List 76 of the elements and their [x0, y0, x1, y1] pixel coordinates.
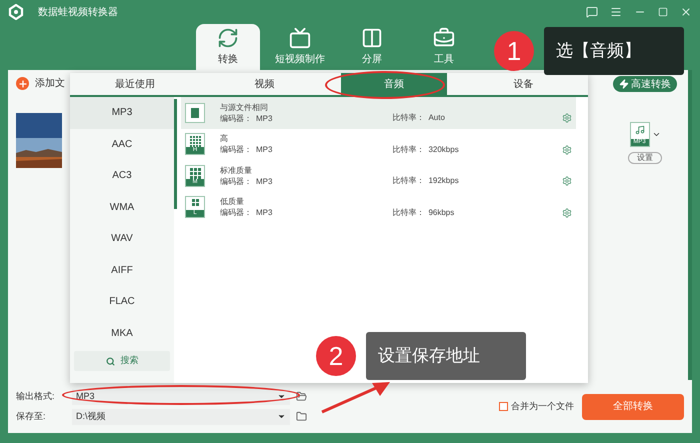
- field-value: MP3: [76, 390, 95, 403]
- arrow-icon: [320, 380, 392, 414]
- bitrate-label: 比特率：: [392, 175, 424, 188]
- nav-tab[interactable]: 工具: [412, 24, 476, 70]
- step-number: 1: [494, 31, 534, 71]
- encoder-label: 编码器：: [220, 112, 252, 124]
- caret-icon: [277, 412, 286, 421]
- caret-icon: [277, 392, 286, 401]
- bitrate-label: 比特率：: [392, 112, 424, 124]
- folder-icon[interactable]: [296, 391, 307, 402]
- settings-button[interactable]: 设置: [628, 152, 662, 164]
- field-value: D:\视频: [76, 410, 106, 423]
- preset-row[interactable]: 与源文件相同 编码器： MP3 比特率： Auto: [181, 97, 576, 128]
- checkbox-label: 合并为一个文件: [511, 400, 574, 413]
- preset-name: 低质量: [220, 196, 245, 208]
- format-list-item[interactable]: AAC: [70, 128, 174, 160]
- nav-tab[interactable]: 分屏: [340, 24, 404, 70]
- merge-checkbox[interactable]: [499, 402, 508, 411]
- format-list-item[interactable]: WAV: [70, 223, 174, 254]
- preset-name: 标准质量: [220, 164, 253, 176]
- settings-icon[interactable]: [562, 208, 572, 218]
- nav-tab[interactable]: 转换: [196, 24, 260, 70]
- preset-name: 高: [220, 133, 229, 144]
- format-tab[interactable]: 视频: [212, 73, 317, 95]
- callout-label: 设置保存地址: [366, 332, 526, 380]
- bitrate-label: 比特率：: [392, 144, 424, 156]
- settings-icon[interactable]: [562, 176, 572, 186]
- search-button[interactable]: 搜索: [74, 351, 170, 371]
- copy-icon: [185, 102, 205, 123]
- encoder-value: MP3: [256, 144, 272, 156]
- window-title: 数据蛙视频转换器: [38, 6, 118, 20]
- bitrate-label: 比特率：: [392, 206, 424, 219]
- save-path-dropdown[interactable]: D:\视频: [72, 408, 290, 424]
- search-icon: [106, 356, 114, 366]
- add-icon: [16, 77, 29, 90]
- nav-tab[interactable]: 短视频制作: [268, 24, 332, 70]
- bitrate-value: 192kbps: [428, 175, 459, 188]
- bitrate-value: 96kbps: [428, 206, 454, 219]
- toolbox-icon: [433, 27, 455, 49]
- encoder-label: 编码器：: [220, 144, 252, 156]
- close-icon[interactable]: [680, 6, 692, 18]
- folder-icon[interactable]: [296, 411, 307, 422]
- convert-icon: [217, 27, 239, 49]
- format-list-item[interactable]: MP3: [70, 97, 174, 128]
- output-format-dropdown[interactable]: MP3: [72, 388, 290, 404]
- field-label: 保存至:: [16, 410, 47, 423]
- encoder-label: 编码器：: [220, 207, 252, 218]
- maximize-icon[interactable]: [658, 7, 668, 17]
- settings-icon[interactable]: [562, 113, 572, 124]
- format-list-item[interactable]: MKA: [70, 318, 174, 349]
- format-list-item[interactable]: AIFF: [70, 254, 174, 286]
- bitrate-value: Auto: [428, 112, 445, 124]
- fast-convert-button[interactable]: 高速转换: [613, 76, 677, 92]
- feedback-icon[interactable]: [586, 6, 598, 18]
- format-list-item[interactable]: WMA: [70, 192, 174, 223]
- caret-icon[interactable]: [652, 130, 660, 139]
- lightning-icon: [619, 79, 629, 89]
- callout-label: 选【音频】: [544, 27, 684, 75]
- bitrate-value: 320kbps: [428, 144, 459, 156]
- settings-icon[interactable]: [562, 144, 572, 155]
- tv-icon: [289, 27, 311, 49]
- format-list-item[interactable]: AC3: [70, 160, 174, 192]
- split-screen-icon: [361, 27, 383, 49]
- format-tab[interactable]: 最近使用: [82, 73, 188, 95]
- format-list-item[interactable]: FLAC: [70, 286, 174, 318]
- encoder-value: MP3: [256, 176, 272, 187]
- encoder-value: MP3: [256, 112, 272, 124]
- field-label: 输出格式:: [16, 390, 56, 403]
- preset-name: 与源文件相同: [220, 102, 269, 113]
- encoder-label: 编码器：: [220, 176, 252, 187]
- app-logo-icon: [8, 4, 24, 20]
- format-tab[interactable]: 音频: [341, 73, 446, 95]
- encoder-value: MP3: [256, 207, 272, 218]
- format-tab[interactable]: 设备: [470, 73, 576, 95]
- add-file-button[interactable]: 添加文: [16, 76, 65, 91]
- menu-icon[interactable]: [610, 6, 622, 18]
